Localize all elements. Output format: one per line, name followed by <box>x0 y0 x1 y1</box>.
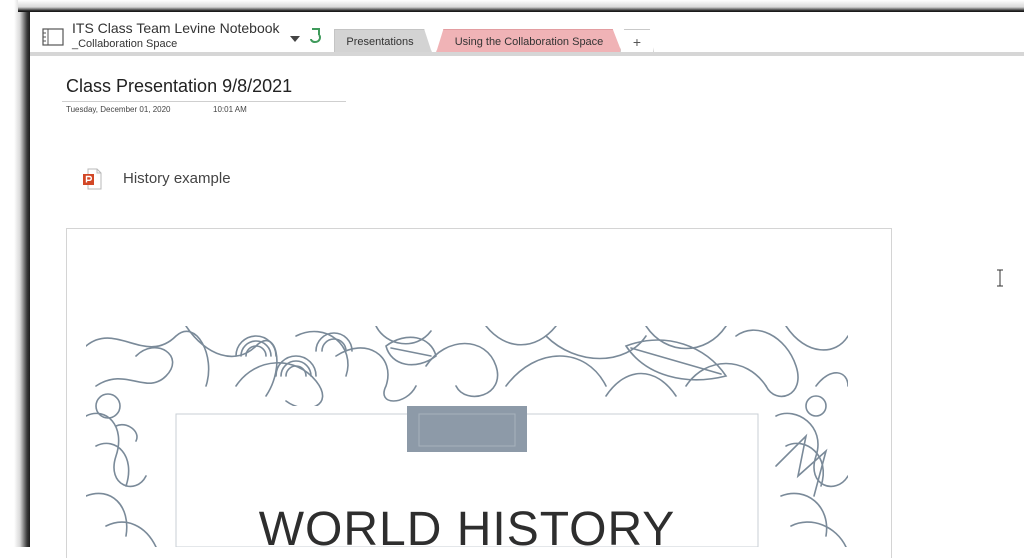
header-divider <box>30 52 1024 56</box>
notebook-header: ITS Class Team Levine Notebook _Collabor… <box>30 12 1024 56</box>
onenote-window: ITS Class Team Levine Notebook _Collabor… <box>30 12 1024 558</box>
attachment-label[interactable]: History example <box>123 170 231 187</box>
page-time: 10:01 AM <box>213 105 247 114</box>
tab-label: Using the Collaboration Space <box>454 35 604 48</box>
tab-label: Presentations <box>346 35 414 48</box>
slide-title: WORLD HISTORY <box>258 503 676 547</box>
section-name[interactable]: _Collaboration Space <box>72 38 177 50</box>
tab-using-the-collaboration-space[interactable]: Using the Collaboration Space <box>436 29 622 53</box>
plus-icon: + <box>632 33 642 50</box>
page-title[interactable]: Class Presentation 9/8/2021 <box>66 76 292 97</box>
notebook-title[interactable]: ITS Class Team Levine Notebook <box>72 20 280 36</box>
window-frame-left <box>0 0 30 547</box>
window-frame-top <box>18 0 1024 12</box>
text-cursor-icon <box>997 269 1003 287</box>
add-section-button[interactable]: + <box>620 29 654 53</box>
tab-presentations[interactable]: Presentations <box>334 29 432 53</box>
notebook-icon[interactable] <box>42 28 64 46</box>
sync-icon[interactable] <box>308 26 324 44</box>
chevron-down-icon[interactable] <box>290 36 300 42</box>
powerpoint-file-icon[interactable] <box>82 168 102 190</box>
title-underline <box>62 101 346 102</box>
page-date: Tuesday, December 01, 2020 <box>66 105 171 114</box>
slide-preview[interactable]: WORLD HISTORY <box>86 326 848 547</box>
